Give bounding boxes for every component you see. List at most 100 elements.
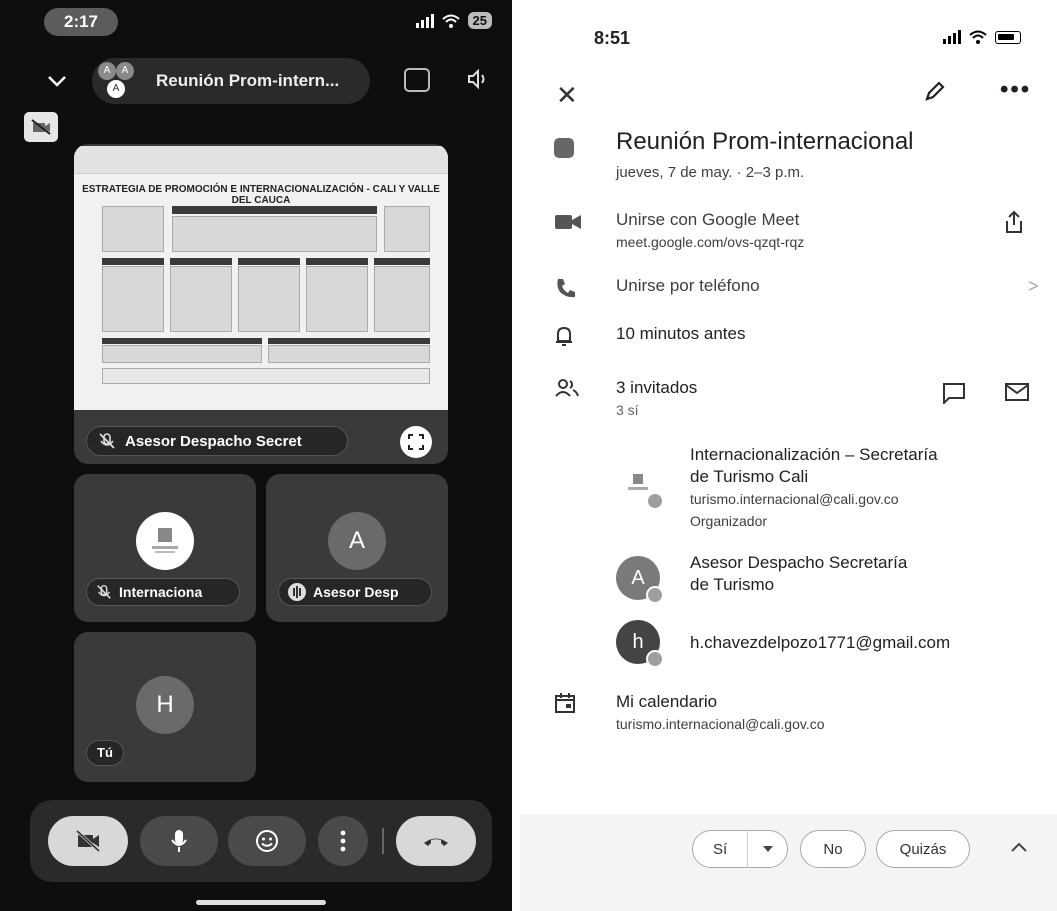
mic-off-icon <box>97 584 111 599</box>
battery-icon <box>995 30 1021 44</box>
more-horizontal-icon[interactable]: ••• <box>1000 76 1031 104</box>
reactions-button[interactable] <box>228 816 306 866</box>
more-vertical-icon <box>340 830 346 852</box>
hang-up-button[interactable] <box>396 816 476 866</box>
guest-item[interactable]: h h.chavezdelpozo1771@gmail.com <box>520 620 1057 693</box>
caret-down-icon <box>762 846 773 852</box>
slide-block <box>238 258 300 265</box>
meeting-title-pill[interactable]: A A A Reunión Prom-intern... <box>92 58 370 104</box>
avatar: H <box>136 676 194 734</box>
rsvp-dropdown[interactable] <box>747 830 787 868</box>
switch-camera-icon[interactable] <box>404 68 430 92</box>
slide-block <box>102 345 262 363</box>
divider <box>382 828 384 854</box>
participant-name-pill: Asesor Desp <box>278 578 432 606</box>
organization-logo-avatar <box>136 512 194 570</box>
guest-item[interactable]: A Asesor Despacho Secretaría de Turismo <box>520 552 1057 629</box>
slide-block <box>170 258 232 265</box>
rsvp-maybe-label: Quizás <box>899 840 947 858</box>
slide-footer <box>102 368 430 384</box>
avatar: A <box>107 80 125 98</box>
participant-tile[interactable]: Internaciona <box>74 474 256 622</box>
slide-title: ESTRATEGIA DE PROMOCIÓN E INTERNACIONALI… <box>82 184 440 206</box>
guest-item[interactable]: Internacionalización – Secretaría de Tur… <box>520 444 1057 535</box>
accepted-check-icon <box>646 491 664 535</box>
self-label: Tú <box>86 740 124 766</box>
slide-block <box>102 206 164 252</box>
fullscreen-button[interactable] <box>400 426 432 458</box>
chevron-up-icon[interactable] <box>1010 840 1028 854</box>
more-options-button[interactable] <box>318 816 368 866</box>
slide-block <box>268 338 430 344</box>
chat-icon[interactable] <box>942 382 966 404</box>
chevron-down-icon[interactable] <box>46 70 68 92</box>
microphone-button[interactable] <box>140 816 218 866</box>
slide-block <box>172 216 377 252</box>
rsvp-no-button[interactable]: No <box>800 830 866 868</box>
wifi-icon <box>969 30 987 44</box>
signal-icon <box>943 30 961 44</box>
chevron-right-icon: > <box>1028 276 1039 296</box>
speaker-icon[interactable] <box>466 68 490 90</box>
participants-avatar-cluster: A A A <box>96 60 138 102</box>
slide-block <box>306 266 368 332</box>
accepted-check-icon <box>646 585 664 629</box>
screen-share-tile[interactable]: ESTRATEGIA DE PROMOCIÓN E INTERNACIONALI… <box>74 144 448 464</box>
fullscreen-icon <box>408 434 424 450</box>
slide-block <box>102 258 164 265</box>
battery-indicator: 25 <box>467 12 492 29</box>
status-time: 2:17 <box>44 8 118 36</box>
mic-off-icon <box>99 433 115 449</box>
participant-name: Asesor Desp <box>313 584 399 600</box>
slide-block <box>306 258 368 265</box>
rsvp-yes-button[interactable]: Sí <box>692 830 788 868</box>
bell-icon <box>556 326 572 346</box>
slide-block <box>102 338 262 344</box>
camera-toggle-button[interactable] <box>48 816 128 866</box>
mail-icon[interactable] <box>1004 382 1030 402</box>
slide-block <box>384 206 430 252</box>
participant-name: Internaciona <box>119 584 203 600</box>
event-datetime: jueves, 7 de may. · 2–3 p.m. <box>616 164 805 181</box>
slide-block <box>172 206 377 214</box>
meet-link[interactable]: meet.google.com/ovs-qzqt-rqz <box>616 234 804 250</box>
guest-role: Organizador <box>690 513 768 529</box>
avatar: A <box>328 512 386 570</box>
calendar-email: turismo.internacional@cali.gov.co <box>616 716 825 732</box>
slide-block <box>238 266 300 332</box>
people-icon <box>555 379 579 397</box>
close-icon[interactable]: ✕ <box>556 80 578 111</box>
call-header: A A A Reunión Prom-intern... <box>0 56 512 108</box>
slide-block <box>268 345 430 363</box>
organization-logo-avatar <box>616 462 664 535</box>
slide-block <box>170 266 232 332</box>
calendar-event-screen: 8:51 ✕ ••• Reunión Prom-internacional ju… <box>520 0 1057 911</box>
meeting-title: Reunión Prom-intern... <box>156 71 340 90</box>
self-tile[interactable]: H Tú <box>74 632 256 782</box>
guest-yes-count: 3 sí <box>616 402 639 418</box>
share-icon[interactable] <box>1004 210 1024 234</box>
home-indicator <box>196 900 326 905</box>
wifi-icon <box>441 14 460 28</box>
rsvp-maybe-button[interactable]: Quizás <box>876 830 970 868</box>
guest-count: 3 invitados <box>616 378 698 397</box>
join-by-phone-label: Unirse por teléfono <box>616 276 760 295</box>
edit-pencil-icon[interactable] <box>924 80 946 102</box>
presentation-slide: ESTRATEGIA DE PROMOCIÓN E INTERNACIONALI… <box>74 146 448 410</box>
reminder-label: 10 minutos antes <box>616 324 746 343</box>
join-meet-label[interactable]: Unirse con Google Meet <box>616 210 804 230</box>
participant-tile[interactable]: A Asesor Desp <box>266 474 448 622</box>
slide-block <box>102 266 164 332</box>
avatar: A <box>116 62 134 80</box>
status-time: 8:51 <box>594 28 631 48</box>
presenter-name: Asesor Despacho Secret <box>125 432 302 450</box>
avatar: h <box>616 620 664 693</box>
avatar-initial: A <box>631 567 645 589</box>
guest-name: Internacionalización – Secretaría <box>690 445 938 464</box>
avatar: A <box>98 62 116 80</box>
calendar-icon <box>555 693 575 713</box>
guest-name: de Turismo Cali <box>690 467 809 486</box>
emoji-icon <box>256 830 278 852</box>
slide-block <box>374 258 430 265</box>
avatar-initial: h <box>632 631 644 653</box>
